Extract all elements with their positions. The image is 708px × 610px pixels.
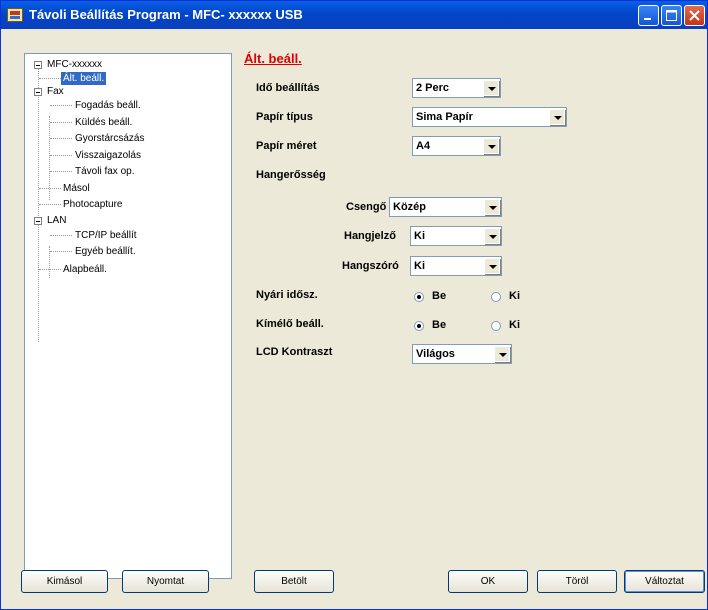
ido-beallitas-select[interactable]: 2 Perc (412, 78, 501, 98)
window-title: Távoli Beállítás Program - MFC- xxxxxx U… (29, 7, 303, 22)
papir-meret-label: Papír méret (256, 140, 317, 152)
tree-item-fogadas[interactable]: Fogadás beáll. (75, 99, 141, 112)
papir-tipus-select[interactable]: Sima Papír (412, 107, 567, 127)
tree-item-tavoli-fax[interactable]: Távoli fax op. (75, 165, 134, 178)
close-button[interactable] (684, 5, 705, 26)
nyari-ki-label[interactable]: Ki (509, 290, 520, 302)
chevron-down-icon[interactable] (494, 346, 510, 362)
csengo-label: Csengő (346, 201, 387, 213)
nyari-be-label[interactable]: Be (432, 290, 446, 302)
tree-item-kuldes[interactable]: Küldés beáll. (75, 116, 132, 129)
kimelo-ki-label[interactable]: Ki (509, 319, 520, 331)
tree-item-fax[interactable]: Fax (47, 85, 64, 98)
tree-line (50, 171, 72, 172)
papir-tipus-label: Papír típus (256, 111, 313, 123)
betolt-button[interactable]: Betölt (254, 570, 334, 593)
tree-line (50, 251, 72, 252)
tree-item-root[interactable]: MFC-xxxxxx (47, 58, 102, 71)
chevron-down-icon[interactable] (484, 258, 500, 274)
nyomtat-button[interactable]: Nyomtat (122, 570, 209, 593)
tree-item-egyeb[interactable]: Egyéb beállít. (75, 245, 136, 258)
tree-line (39, 269, 61, 270)
chevron-down-icon[interactable] (483, 80, 499, 96)
tree-line (50, 138, 72, 139)
lcd-kontraszt-label: LCD Kontraszt (256, 346, 333, 358)
lcd-kontraszt-value: Világos (416, 348, 455, 360)
hangszoro-select[interactable]: Ki (410, 256, 502, 276)
kimelo-beall-label: Kímélő beáll. (256, 318, 324, 330)
papir-tipus-value: Sima Papír (416, 111, 473, 123)
tree-line (50, 235, 72, 236)
collapse-icon[interactable] (34, 61, 42, 69)
tree-item-lan[interactable]: LAN (47, 214, 66, 227)
kimelo-ki-radio[interactable] (491, 321, 501, 331)
collapse-icon[interactable] (34, 88, 42, 96)
tree-item-visszaigazolas[interactable]: Visszaigazolás (75, 149, 141, 162)
valtoztat-button[interactable]: Változtat (624, 570, 705, 593)
app-icon (7, 8, 23, 22)
kimelo-be-label[interactable]: Be (432, 319, 446, 331)
tree-line (50, 105, 72, 106)
tree-line (39, 188, 61, 189)
settings-tree[interactable]: MFC-xxxxxx Ált. beáll. Fax Fogadás beáll… (24, 53, 232, 579)
nyari-ki-radio[interactable] (491, 292, 501, 302)
hangjelzo-select[interactable]: Ki (410, 226, 502, 246)
hangerosseg-label: Hangerősség (256, 169, 326, 181)
tree-item-photocapture[interactable]: Photocapture (63, 198, 123, 211)
ido-beallitas-label: Idő beállítás (256, 82, 320, 94)
hangszoro-value: Ki (414, 260, 425, 272)
tree-line (38, 68, 39, 342)
tree-item-gyorstarcsazas[interactable]: Gyorstárcsázás (75, 132, 144, 145)
kimasol-button[interactable]: Kimásol (21, 570, 108, 593)
minimize-button[interactable] (638, 5, 659, 26)
hangjelzo-value: Ki (414, 230, 425, 242)
lcd-kontraszt-select[interactable]: Világos (412, 344, 512, 364)
hangjelzo-label: Hangjelző (344, 230, 396, 242)
chevron-down-icon[interactable] (484, 199, 500, 215)
csengo-value: Közép (393, 201, 426, 213)
papir-meret-value: A4 (416, 140, 431, 152)
nyari-be-radio[interactable] (414, 292, 424, 302)
tree-line (39, 204, 61, 205)
tree-line (50, 122, 72, 123)
maximize-button[interactable] (661, 5, 682, 26)
tree-item-tcpip[interactable]: TCP/IP beállít (75, 229, 137, 242)
client-area: MFC-xxxxxx Ált. beáll. Fax Fogadás beáll… (4, 30, 705, 608)
panel-title: Ált. beáll. (244, 51, 302, 66)
tree-item-alapbeall[interactable]: Alapbeáll. (63, 263, 107, 276)
csengo-select[interactable]: Közép (389, 197, 502, 217)
tree-line (50, 155, 72, 156)
title-bar[interactable]: Távoli Beállítás Program - MFC- xxxxxx U… (1, 1, 707, 29)
chevron-down-icon[interactable] (484, 228, 500, 244)
papir-meret-select[interactable]: A4 (412, 136, 501, 156)
torol-button[interactable]: Töröl (537, 570, 617, 593)
tree-item-alt-beall[interactable]: Ált. beáll. (61, 72, 107, 85)
hangszoro-label: Hangszóró (342, 260, 399, 272)
ido-beallitas-value: 2 Perc (416, 82, 450, 94)
kimelo-be-radio[interactable] (414, 321, 424, 331)
nyari-idoszamitas-label: Nyári idősz. (256, 289, 318, 301)
chevron-down-icon[interactable] (549, 109, 565, 125)
chevron-down-icon[interactable] (483, 138, 499, 154)
ok-button[interactable]: OK (448, 570, 528, 593)
tree-line (39, 78, 61, 79)
app-window: Távoli Beállítás Program - MFC- xxxxxx U… (0, 0, 708, 610)
tree-item-masol[interactable]: Másol (63, 182, 90, 195)
collapse-icon[interactable] (34, 217, 42, 225)
